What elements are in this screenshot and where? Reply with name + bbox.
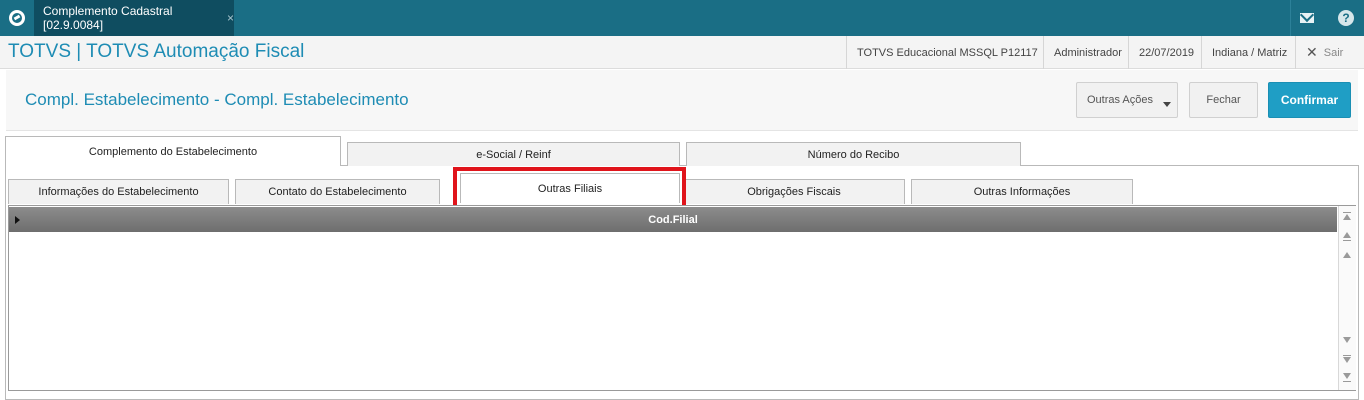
more-actions-label: Outras Ações	[1086, 94, 1154, 106]
scroll-top-bar-icon	[1343, 212, 1351, 213]
app-title: TOTVS | TOTVS Automação Fiscal	[8, 41, 305, 62]
date-label: 22/07/2019	[1128, 36, 1204, 69]
close-icon: ✕	[1306, 44, 1318, 60]
tab-obrigacoes-fiscais[interactable]: Obrigações Fiscais	[683, 179, 905, 204]
environment-label: TOTVS Educacional MSSQL P12117	[846, 36, 1048, 69]
column-header-label: Cod.Filial	[648, 213, 698, 226]
confirm-button[interactable]: Confirmar	[1268, 82, 1351, 118]
highlight-box	[453, 167, 686, 210]
scroll-up-icon[interactable]	[1343, 252, 1351, 258]
tab-esocial-reinf[interactable]: e-Social / Reinf	[347, 142, 680, 166]
tab-outras-informacoes[interactable]: Outras Informações	[911, 179, 1133, 204]
exit-label: Sair	[1323, 46, 1344, 59]
topbar-divider	[1290, 0, 1291, 36]
scroll-top-icon[interactable]	[1343, 214, 1351, 220]
scroll-page-up-bar-icon	[1343, 240, 1351, 241]
mail-icon[interactable]	[1300, 13, 1314, 23]
close-button[interactable]: Fechar	[1189, 82, 1258, 118]
tab-informacoes-estabelecimento[interactable]: Informações do Estabelecimento	[8, 179, 229, 204]
scroll-bottom-bar-icon	[1343, 381, 1351, 382]
page-title: Compl. Estabelecimento - Compl. Estabele…	[25, 90, 409, 109]
tab-numero-recibo[interactable]: Número do Recibo	[686, 142, 1021, 166]
scroll-bottom-icon[interactable]	[1343, 373, 1351, 379]
column-header-cod-filial[interactable]: Cod.Filial	[9, 207, 1337, 232]
scroll-page-down-icon[interactable]	[1343, 357, 1351, 363]
chevron-down-icon	[1163, 102, 1171, 107]
scroll-down-icon[interactable]	[1343, 337, 1351, 343]
tab-complemento-estabelecimento[interactable]: Complemento do Estabelecimento	[5, 136, 341, 166]
more-actions-button[interactable]: Outras Ações	[1076, 82, 1178, 118]
top-bar: Complemento Cadastral [02.9.0084] × ?	[0, 0, 1364, 36]
vertical-scrollbar[interactable]	[1338, 206, 1356, 390]
exit-button[interactable]: ✕ Sair	[1295, 36, 1353, 69]
branch-label: Indiana / Matriz	[1201, 36, 1297, 69]
filiais-grid[interactable]: Cod.Filial	[8, 205, 1356, 391]
tab-contato-estabelecimento[interactable]: Contato do Estabelecimento	[235, 179, 440, 204]
page-header: Compl. Estabelecimento - Compl. Estabele…	[6, 70, 1358, 131]
app-header: TOTVS | TOTVS Automação Fiscal TOTVS Edu…	[0, 36, 1364, 69]
totvs-logo-icon[interactable]	[0, 0, 34, 36]
user-label: Administrador	[1043, 36, 1132, 69]
help-icon[interactable]: ?	[1338, 10, 1354, 26]
routine-tab[interactable]: Complemento Cadastral [02.9.0084] ×	[34, 0, 234, 36]
row-pointer-icon	[15, 216, 20, 224]
scroll-page-down-bar-icon	[1343, 355, 1351, 356]
routine-tab-label: Complemento Cadastral [02.9.0084]	[43, 4, 173, 32]
close-tab-icon[interactable]: ×	[227, 11, 234, 25]
scroll-page-up-icon[interactable]	[1343, 232, 1351, 238]
